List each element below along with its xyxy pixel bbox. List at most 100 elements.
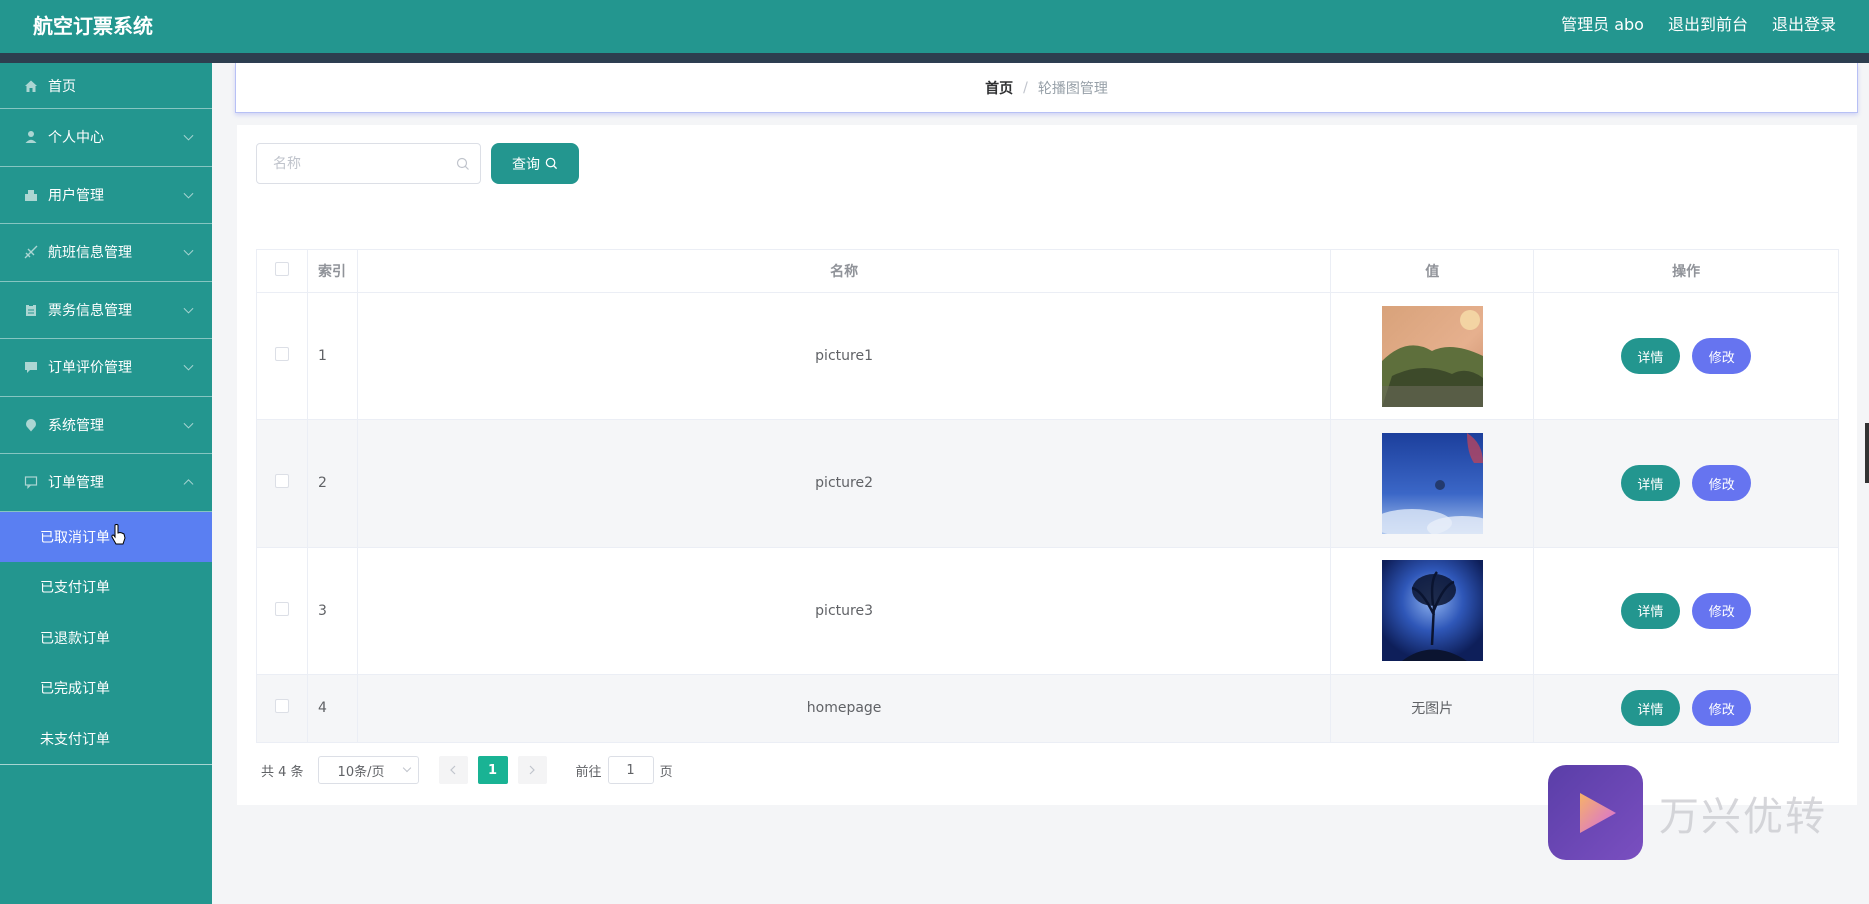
- sidebar-item-user-management[interactable]: 用户管理: [0, 167, 212, 224]
- goto-page-input[interactable]: 1: [607, 756, 654, 784]
- row-checkbox[interactable]: [274, 347, 289, 362]
- clipboard-icon: [24, 303, 38, 317]
- submenu-item-unpaid-orders[interactable]: 未支付订单: [0, 714, 212, 765]
- sidebar-item-label: 用户管理: [48, 187, 104, 204]
- page-number-current[interactable]: 1: [477, 756, 508, 784]
- row-value: [1330, 291, 1535, 421]
- top-bar: 航空订票系统 管理员 abo 退出到前台 退出登录: [0, 0, 1869, 53]
- hand-cursor-icon: [111, 524, 126, 545]
- query-button[interactable]: 查询: [491, 143, 579, 184]
- moon-tree-thumbnail[interactable]: [1381, 560, 1483, 662]
- search-icon: [545, 157, 558, 170]
- chevron-down-icon: [183, 303, 194, 314]
- watermark-text: 万兴优转: [1659, 793, 1827, 840]
- sidebar-item-system-management[interactable]: 系统管理: [0, 397, 212, 454]
- edit-button[interactable]: 修改: [1692, 465, 1752, 502]
- row-actions: 详情 修改: [1533, 419, 1839, 548]
- table-row: 1 picture1 详情 修改: [256, 291, 1839, 421]
- row-index: 4: [306, 673, 358, 743]
- detail-button[interactable]: 详情: [1620, 592, 1680, 629]
- submenu-item-cancelled-orders[interactable]: 已取消订单: [0, 511, 212, 562]
- sidebar-item-label: 个人中心: [48, 130, 104, 147]
- search-input[interactable]: [273, 144, 453, 183]
- detail-button[interactable]: 详情: [1620, 465, 1680, 502]
- landscape-thumbnail[interactable]: [1381, 305, 1483, 407]
- select-all-cell: [256, 249, 308, 293]
- search-icon: [456, 157, 469, 170]
- chevron-down-icon: [183, 188, 194, 199]
- user-icon: [24, 130, 38, 144]
- row-value: 无图片: [1330, 673, 1535, 743]
- users-icon: [24, 188, 38, 202]
- back-to-frontend-link[interactable]: 退出到前台: [1668, 11, 1748, 35]
- page-size-select[interactable]: 10条/页: [317, 756, 419, 784]
- watermark: 万兴优转: [1548, 765, 1827, 860]
- detail-button[interactable]: 详情: [1620, 338, 1680, 375]
- prev-page-button[interactable]: [438, 756, 468, 784]
- row-index: 2: [306, 419, 358, 548]
- row-checkbox[interactable]: [274, 699, 289, 714]
- admin-user-label[interactable]: 管理员 abo: [1561, 11, 1644, 35]
- sidebar-item-order-management[interactable]: 订单管理: [0, 454, 212, 512]
- submenu-item-refunded-orders[interactable]: 已退款订单: [0, 613, 212, 664]
- search-field[interactable]: [256, 143, 481, 184]
- row-actions: 详情 修改: [1533, 546, 1839, 675]
- chat-icon: [24, 475, 38, 490]
- blue-sky-thumbnail[interactable]: [1381, 432, 1483, 534]
- chevron-left-icon: [450, 765, 456, 775]
- detail-button[interactable]: 详情: [1620, 690, 1680, 727]
- row-checkbox[interactable]: [274, 601, 289, 616]
- page-suffix-label: 页: [659, 764, 673, 780]
- sidebar-item-flight-info[interactable]: 航班信息管理: [0, 224, 212, 282]
- sidebar-item-personal-center[interactable]: 个人中心: [0, 109, 212, 167]
- page-size-value: 10条/页: [337, 764, 385, 780]
- row-value: [1330, 419, 1535, 548]
- chevron-up-icon: [183, 479, 194, 490]
- sidebar-item-label: 首页: [48, 78, 76, 95]
- chevron-down-icon: [402, 763, 411, 773]
- sidebar-item-label: 票务信息管理: [48, 302, 132, 319]
- edit-button[interactable]: 修改: [1692, 338, 1752, 375]
- sidebar-item-order-review[interactable]: 订单评价管理: [0, 339, 212, 397]
- row-actions: 详情 修改: [1533, 673, 1839, 743]
- pagination-total: 共 4 条: [261, 764, 304, 780]
- row-name: homepage: [356, 673, 1332, 743]
- comment-icon: [24, 360, 38, 374]
- edit-button[interactable]: 修改: [1692, 592, 1752, 629]
- chevron-right-icon: [529, 765, 535, 775]
- sidebar-item-label: 航班信息管理: [48, 245, 132, 262]
- row-value: [1330, 546, 1535, 675]
- header-actions: 操作: [1533, 249, 1839, 293]
- submenu-item-paid-orders[interactable]: 已支付订单: [0, 562, 212, 613]
- chevron-down-icon: [183, 245, 194, 256]
- table-row: 4 homepage 无图片 详情 修改: [256, 673, 1839, 743]
- row-actions: 详情 修改: [1533, 291, 1839, 421]
- row-name: picture1: [356, 291, 1332, 421]
- row-index: 1: [306, 291, 358, 421]
- scrollbar-thumb[interactable]: [1865, 423, 1869, 483]
- breadcrumb-current: 轮播图管理: [1037, 80, 1108, 97]
- chevron-down-icon: [183, 130, 194, 141]
- row-select-cell: [256, 673, 308, 743]
- breadcrumb-separator: /: [1023, 79, 1028, 96]
- breadcrumb: 首页 / 轮播图管理: [235, 63, 1858, 113]
- sidebar-item-ticket-info[interactable]: 票务信息管理: [0, 282, 212, 339]
- query-button-label: 查询: [512, 156, 540, 173]
- plane-icon: [24, 245, 38, 259]
- sidebar: 首页 个人中心 用户管理 航班信息管理 票务信息管理 订单评价管理 系统管理 订…: [0, 63, 212, 904]
- row-checkbox[interactable]: [274, 474, 289, 489]
- location-icon: [24, 418, 38, 432]
- sidebar-item-home[interactable]: 首页: [0, 63, 212, 109]
- row-index: 3: [306, 546, 358, 675]
- logout-link[interactable]: 退出登录: [1772, 11, 1836, 35]
- next-page-button[interactable]: [517, 756, 547, 784]
- select-all-checkbox[interactable]: [274, 262, 289, 276]
- chevron-down-icon: [183, 360, 194, 371]
- sidebar-item-label: 系统管理: [48, 417, 104, 434]
- edit-button[interactable]: 修改: [1692, 690, 1752, 727]
- submenu-item-completed-orders[interactable]: 已完成订单: [0, 663, 212, 714]
- table-row: 3 picture3 详情 修改: [256, 546, 1839, 675]
- row-select-cell: [256, 291, 308, 421]
- breadcrumb-home[interactable]: 首页: [985, 78, 1013, 98]
- goto-label: 前往: [575, 764, 602, 780]
